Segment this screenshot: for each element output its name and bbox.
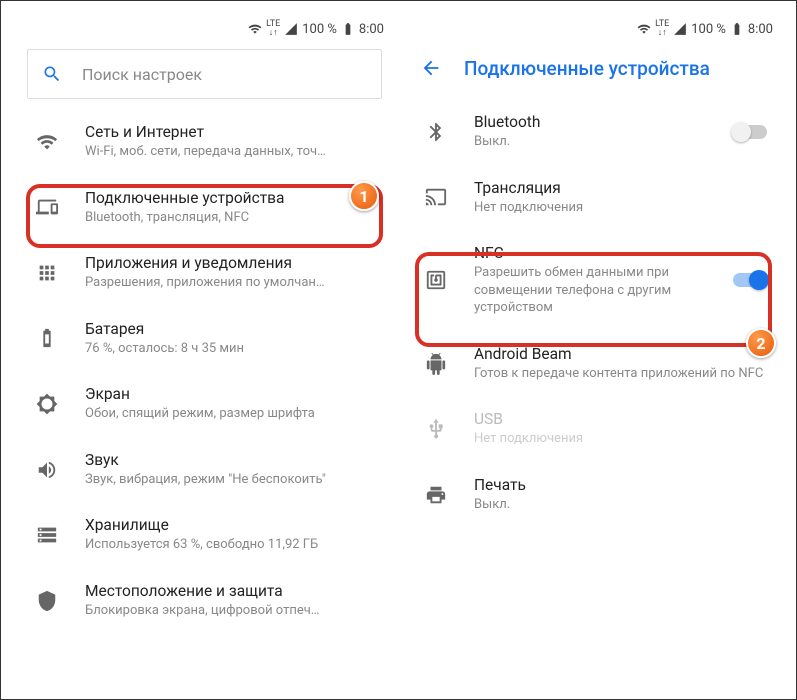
- nfc-icon: [425, 269, 447, 291]
- item-apps[interactable]: Приложения и уведомленияРазрешения, прил…: [17, 240, 392, 306]
- clock: 8:00: [359, 22, 384, 37]
- storage-icon: [36, 524, 58, 546]
- wifi-icon: [248, 22, 262, 36]
- brightness-icon: [36, 393, 58, 415]
- battery-pct: 100 %: [691, 22, 726, 37]
- lte-indicator: LTE↓↑: [655, 20, 669, 38]
- signal-icon: [673, 22, 687, 36]
- bluetooth-icon: [425, 121, 447, 143]
- item-bluetooth[interactable]: BluetoothВыкл.: [406, 99, 781, 165]
- wifi-icon: [637, 22, 651, 36]
- security-icon: [36, 590, 58, 612]
- battery-icon: [341, 22, 355, 36]
- search-placeholder: Поиск настроек: [82, 65, 202, 84]
- page-title: Подключенные устройства: [464, 57, 710, 80]
- battery-icon: [36, 327, 58, 349]
- back-icon[interactable]: [420, 57, 442, 79]
- clock: 8:00: [748, 22, 773, 37]
- app-bar: Подключенные устройства: [406, 41, 781, 95]
- item-print[interactable]: ПечатьВыкл.: [406, 462, 781, 528]
- print-icon: [425, 484, 447, 506]
- nfc-toggle[interactable]: [733, 273, 767, 287]
- phone-settings-main: LTE↓↑ 100 % 8:00 Поиск настроек Сеть и И…: [17, 17, 392, 683]
- item-storage[interactable]: ХранилищеИспользуется 63 %, свободно 11,…: [17, 502, 392, 568]
- item-connected-devices[interactable]: Подключенные устройстваBluetooth, трансл…: [17, 175, 392, 241]
- bluetooth-toggle[interactable]: [733, 125, 767, 139]
- android-icon: [425, 353, 447, 375]
- item-battery[interactable]: Батарея76 %, осталось: 8 ч 35 мин: [17, 306, 392, 372]
- phone-connected-devices: LTE↓↑ 100 % 8:00 Подключенные устройства…: [406, 17, 781, 683]
- battery-pct: 100 %: [302, 22, 337, 37]
- signal-icon: [284, 22, 298, 36]
- sound-icon: [36, 459, 58, 481]
- battery-icon: [730, 22, 744, 36]
- apps-icon: [36, 262, 58, 284]
- connected-list: BluetoothВыкл. ТрансляцияНет подключения…: [406, 95, 781, 527]
- lte-indicator: LTE↓↑: [266, 20, 280, 38]
- status-bar: LTE↓↑ 100 % 8:00: [406, 17, 781, 41]
- item-android-beam[interactable]: Android BeamГотов к передаче контента пр…: [406, 331, 781, 397]
- search-icon: [42, 64, 62, 84]
- item-network[interactable]: Сеть и ИнтернетWi-Fi, моб. сети, передач…: [17, 109, 392, 175]
- item-display[interactable]: ЭкранОбои, спящий режим, размер шрифта: [17, 371, 392, 437]
- item-usb: USBНет подключения: [406, 396, 781, 462]
- item-cast[interactable]: ТрансляцияНет подключения: [406, 165, 781, 231]
- usb-icon: [425, 418, 447, 440]
- item-nfc[interactable]: NFCРазрешить обмен данными при совмещени…: [406, 230, 781, 331]
- wifi-icon: [36, 131, 58, 153]
- item-sound[interactable]: ЗвукЗвук, вибрация, режим "Не беспокоить…: [17, 437, 392, 503]
- search-settings[interactable]: Поиск настроек: [27, 49, 382, 99]
- item-security[interactable]: Местоположение и защитаБлокировка экрана…: [17, 568, 392, 634]
- devices-icon: [36, 196, 58, 218]
- cast-icon: [425, 186, 447, 208]
- settings-list: Сеть и ИнтернетWi-Fi, моб. сети, передач…: [17, 105, 392, 633]
- status-bar: LTE↓↑ 100 % 8:00: [17, 17, 392, 41]
